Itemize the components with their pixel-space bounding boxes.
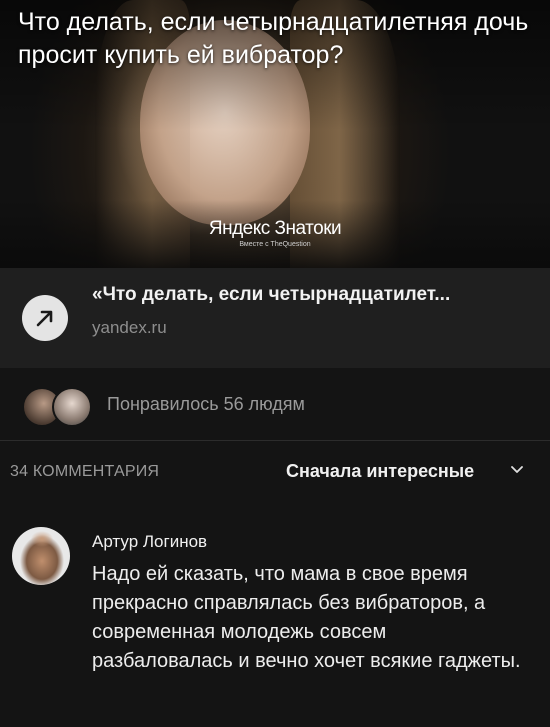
watermark-sub-text: Вместе с TheQuestion bbox=[239, 241, 311, 248]
comments-count: 34 КОММЕНТАРИЯ bbox=[10, 463, 160, 480]
link-title[interactable]: «Что делать, если четырнадцатилет... bbox=[92, 284, 532, 306]
external-link-arrow-icon[interactable] bbox=[22, 295, 68, 341]
comment-author-avatar[interactable] bbox=[12, 527, 70, 585]
comments-sort-dropdown[interactable]: Сначала интересные bbox=[286, 460, 541, 484]
sort-label: Сначала интересные bbox=[286, 461, 475, 481]
post-image[interactable]: Что делать, если четырнадцатилетняя дочь… bbox=[0, 0, 550, 268]
comment-text: Надо ей сказать, что мама в свое время п… bbox=[92, 563, 521, 672]
chevron-down-icon bbox=[511, 466, 523, 473]
link-domain: yandex.ru bbox=[92, 318, 167, 337]
image-title-text: Что делать, если четырнадцатилетняя дочь… bbox=[18, 8, 529, 69]
link-preview-card[interactable] bbox=[0, 268, 550, 368]
liker-avatar[interactable] bbox=[52, 387, 92, 427]
yandex-znatoki-watermark: Яндекс Знатоки Вместе с TheQuestion bbox=[205, 218, 345, 248]
likes-count-text[interactable]: Понравилось 56 людям bbox=[107, 394, 305, 415]
watermark-main-text: Яндекс Знатоки bbox=[208, 218, 342, 239]
divider bbox=[0, 440, 550, 441]
comment-author-name[interactable]: Артур Логинов bbox=[92, 532, 207, 552]
